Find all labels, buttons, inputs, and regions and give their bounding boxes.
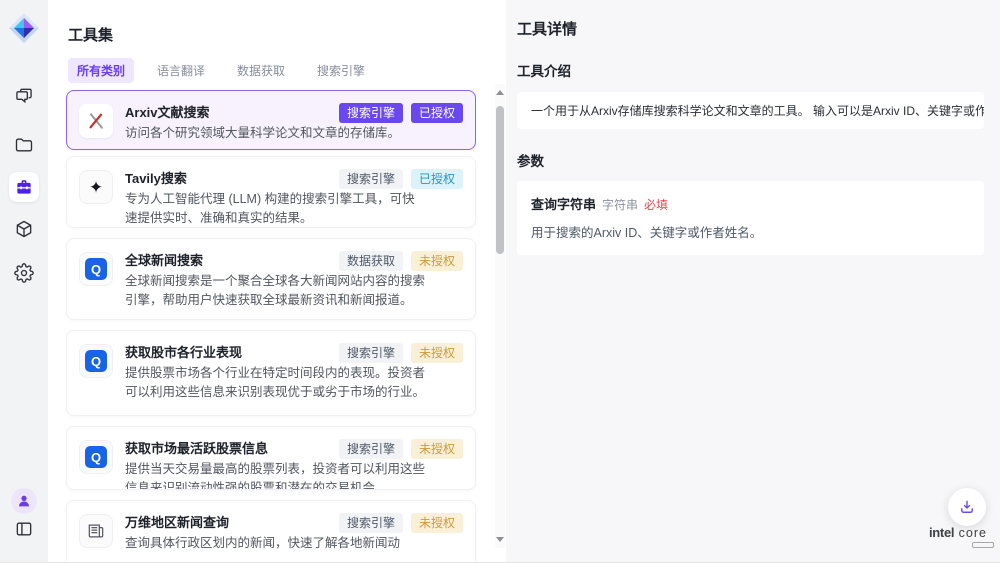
tool-card-icon: ✦ xyxy=(79,170,113,204)
tool-card-title: 获取股市各行业表现 xyxy=(125,343,355,363)
tool-card-badges: 搜索引擎已授权 xyxy=(339,169,463,189)
diamond-logo-icon xyxy=(8,12,40,44)
tool-card[interactable]: 搜索引擎已授权Arxiv文献搜索访问各个研究领域大量科学论文和文章的存储库。 xyxy=(66,90,476,150)
scroll-up-arrow-icon[interactable] xyxy=(496,90,504,95)
params-heading: 参数 xyxy=(517,150,984,170)
sidebar-item-tools[interactable] xyxy=(9,172,39,202)
tool-card-icon: Q xyxy=(79,440,113,474)
core-wordmark: core xyxy=(959,526,987,540)
arxiv-icon xyxy=(86,111,106,131)
badge-auth-status: 未授权 xyxy=(411,513,463,533)
tool-card-icon: Q xyxy=(79,252,113,286)
params-card: 查询字符串字符串必填用于搜索的Arxiv ID、关键字或作者姓名。 xyxy=(517,181,984,255)
newspaper-icon xyxy=(86,521,106,541)
param-head: 查询字符串字符串必填 xyxy=(531,194,970,213)
badge-auth-status: 已授权 xyxy=(411,169,463,189)
param-required-flag: 必填 xyxy=(644,196,668,213)
tool-card-title: Arxiv文献搜索 xyxy=(125,103,355,123)
badge-category: 搜索引擎 xyxy=(339,343,403,363)
tool-card-description: 提供当天交易量最高的股票列表，投资者可以利用这些信息来识别流动性强的股票和潜在的… xyxy=(125,460,427,490)
intro-card: 一个用于从Arxiv存储库搜索科学论文和文章的工具。 输入可以是Arxiv ID… xyxy=(517,92,984,129)
tool-card-description: 专为人工智能代理 (LLM) 构建的搜索引擎工具，可快速提供实时、准确和真实的结… xyxy=(125,190,427,228)
chat-icon xyxy=(14,86,34,106)
param-row: 查询字符串字符串必填用于搜索的Arxiv ID、关键字或作者姓名。 xyxy=(531,194,970,241)
tool-card-description: 访问各个研究领域大量科学论文和文章的存储库。 xyxy=(125,124,427,143)
scrollbar-thumb[interactable] xyxy=(496,106,504,254)
tool-list-panel: 工具集 所有类别语言翻译数据获取搜索引擎 搜索引擎已授权Arxiv文献搜索访问各… xyxy=(48,0,506,562)
badge-category: 搜索引擎 xyxy=(339,103,403,123)
tool-card-icon xyxy=(79,514,113,548)
stock-search-icon: Q xyxy=(85,446,107,468)
intro-heading: 工具介绍 xyxy=(517,60,984,80)
list-scrollbar[interactable] xyxy=(495,84,505,548)
tool-detail-panel: 工具详情 工具介绍 一个用于从Arxiv存储库搜索科学论文和文章的工具。 输入可… xyxy=(506,0,1000,562)
tool-card[interactable]: Q 搜索引擎未授权获取股市各行业表现提供股票市场各个行业在特定时间段内的表现。投… xyxy=(66,330,476,416)
intel-wordmark: intel xyxy=(929,525,954,540)
sidebar-item-files[interactable] xyxy=(14,135,34,155)
tab-1[interactable]: 语言翻译 xyxy=(148,58,214,83)
param-description: 用于搜索的Arxiv ID、关键字或作者姓名。 xyxy=(531,222,970,241)
user-icon xyxy=(16,493,32,509)
sidebar-collapse-button[interactable] xyxy=(14,519,34,539)
tool-card-badges: 搜索引擎未授权 xyxy=(339,439,463,459)
tool-card[interactable]: Q 数据获取未授权全球新闻搜索全球新闻搜索是一个聚合全球各大新闻网站内容的搜索引… xyxy=(66,238,476,320)
intel-series-badge xyxy=(972,542,994,548)
tool-card[interactable]: ✦ 搜索引擎已授权Tavily搜索专为人工智能代理 (LLM) 构建的搜索引擎工… xyxy=(66,156,476,228)
tool-card-description: 全球新闻搜索是一个聚合全球各大新闻网站内容的搜索引擎，帮助用户快速获取全球最新资… xyxy=(125,272,427,310)
tool-card-description: 提供股票市场各个行业在特定时间段内的表现。投资者可以利用这些信息来识别表现优于或… xyxy=(125,364,427,402)
tool-card-title: 全球新闻搜索 xyxy=(125,251,355,271)
param-name: 查询字符串 xyxy=(531,194,596,213)
tool-card-badges: 数据获取未授权 xyxy=(339,251,463,271)
sidebar xyxy=(0,0,48,562)
intel-core-logo: intel core xyxy=(916,526,1000,548)
badge-auth-status: 未授权 xyxy=(411,251,463,271)
tool-card-description: 查询具体行政区划内的新闻，快速了解各地新闻动 xyxy=(125,534,427,553)
download-button[interactable] xyxy=(948,488,986,526)
badge-category: 搜索引擎 xyxy=(339,439,403,459)
app-window: 工具集 所有类别语言翻译数据获取搜索引擎 搜索引擎已授权Arxiv文献搜索访问各… xyxy=(0,0,1000,563)
tool-card-badges: 搜索引擎未授权 xyxy=(339,513,463,533)
folder-icon xyxy=(14,135,34,155)
app-logo xyxy=(8,12,40,44)
tab-0[interactable]: 所有类别 xyxy=(68,58,134,83)
badge-category: 搜索引擎 xyxy=(339,513,403,533)
tool-card-title: 万维地区新闻查询 xyxy=(125,513,355,533)
tool-card-icon: Q xyxy=(79,344,113,378)
sidebar-item-settings[interactable] xyxy=(14,263,34,283)
tool-card-badges: 搜索引擎未授权 xyxy=(339,343,463,363)
stock-search-icon: Q xyxy=(85,350,107,372)
user-avatar[interactable] xyxy=(11,488,37,514)
toolbox-icon xyxy=(14,177,34,197)
intro-text: 一个用于从Arxiv存储库搜索科学论文和文章的工具。 输入可以是Arxiv ID… xyxy=(531,102,984,119)
badge-auth-status: 已授权 xyxy=(411,103,463,123)
badge-category: 数据获取 xyxy=(339,251,403,271)
sidebar-item-chat[interactable] xyxy=(14,86,34,106)
scroll-down-arrow-icon[interactable] xyxy=(496,537,504,542)
category-tabs: 所有类别语言翻译数据获取搜索引擎 xyxy=(68,58,374,83)
panel-collapse-icon xyxy=(14,519,34,539)
tab-2[interactable]: 数据获取 xyxy=(228,58,294,83)
gear-icon xyxy=(14,263,34,283)
stock-search-icon: Q xyxy=(85,258,107,280)
tool-card[interactable]: Q 搜索引擎未授权获取市场最活跃股票信息提供当天交易量最高的股票列表，投资者可以… xyxy=(66,426,476,490)
tool-card[interactable]: 搜索引擎未授权万维地区新闻查询查询具体行政区划内的新闻，快速了解各地新闻动 xyxy=(66,500,476,563)
cube-icon xyxy=(14,219,34,239)
tool-card-badges: 搜索引擎已授权 xyxy=(339,103,463,123)
tool-card-title: Tavily搜索 xyxy=(125,169,355,189)
badge-category: 搜索引擎 xyxy=(339,169,403,189)
detail-title: 工具详情 xyxy=(517,18,984,39)
tab-3[interactable]: 搜索引擎 xyxy=(308,58,374,83)
badge-auth-status: 未授权 xyxy=(411,439,463,459)
sidebar-item-plugins[interactable] xyxy=(14,219,34,239)
page-title: 工具集 xyxy=(68,24,113,45)
tool-card-icon xyxy=(79,104,113,138)
param-type: 字符串 xyxy=(602,196,638,213)
download-icon xyxy=(958,498,976,516)
tool-card-title: 获取市场最活跃股票信息 xyxy=(125,439,355,459)
tavily-star-icon: ✦ xyxy=(89,179,103,196)
badge-auth-status: 未授权 xyxy=(411,343,463,363)
